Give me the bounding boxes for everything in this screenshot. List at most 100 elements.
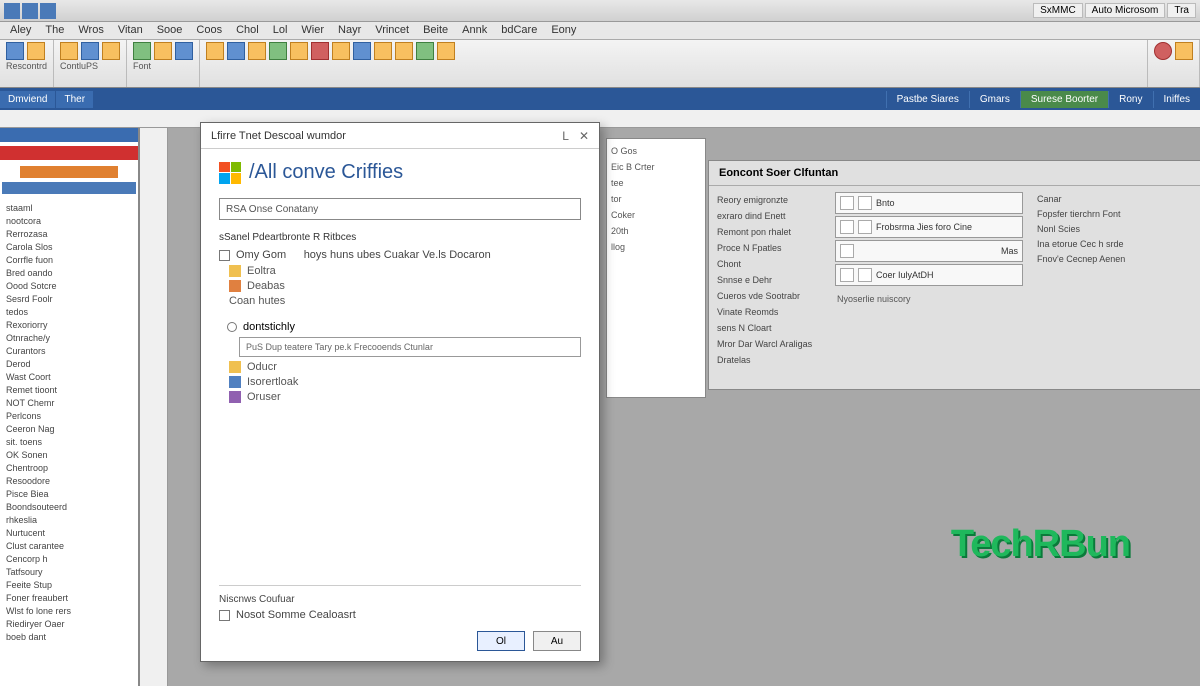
nav-item[interactable]: Feeite Stup (6, 579, 132, 592)
nav-item[interactable]: Pisce Biea (6, 488, 132, 501)
nav-item[interactable]: Oood Sotcre (6, 280, 132, 293)
ribbon-icon[interactable] (374, 42, 392, 60)
property-row[interactable]: Frobsrma Jies foro Cine (835, 216, 1023, 238)
list-item[interactable]: Isorertloak (247, 376, 298, 388)
nav-item[interactable]: NOT Chemr (6, 397, 132, 410)
path-display[interactable]: PuS Dup teatere Tary pe.k Frecooends Ctu… (239, 337, 581, 357)
ribbon-icon[interactable] (102, 42, 120, 60)
subbar-button[interactable]: Iniffes (1153, 91, 1200, 108)
subbar-button[interactable]: Pastbe Siares (886, 91, 969, 108)
menu-item[interactable]: Beite (423, 24, 448, 37)
checkbox[interactable] (219, 610, 230, 621)
nav-item[interactable]: Nurtucent (6, 527, 132, 540)
nav-item[interactable]: Rerrozasa (6, 228, 132, 241)
nav-item[interactable]: sit. toens (6, 436, 132, 449)
nav-item[interactable]: Bred oando (6, 267, 132, 280)
account-button[interactable]: Auto Microsom (1085, 3, 1166, 18)
nav-item[interactable]: Resoodore (6, 475, 132, 488)
ribbon-icon[interactable] (437, 42, 455, 60)
list-item[interactable]: Deabas (247, 280, 285, 292)
ribbon-icon[interactable] (6, 42, 24, 60)
qat-icon[interactable] (40, 3, 56, 19)
ok-button[interactable]: Ol (477, 631, 525, 651)
nav-item[interactable]: Rexoriorry (6, 319, 132, 332)
ribbon-icon[interactable] (227, 42, 245, 60)
menu-item[interactable]: Coos (196, 24, 222, 37)
nav-item[interactable]: Chentroop (6, 462, 132, 475)
nav-item[interactable]: Perlcons (6, 410, 132, 423)
record-icon[interactable] (1154, 42, 1172, 60)
ribbon-icon[interactable] (269, 42, 287, 60)
property-row[interactable]: Mas (835, 240, 1023, 262)
checkbox[interactable] (219, 250, 230, 261)
cancel-button[interactable]: Au (533, 631, 581, 651)
nav-item[interactable]: Tatfsoury (6, 566, 132, 579)
ribbon-icon[interactable] (311, 42, 329, 60)
menu-item[interactable]: Sooe (157, 24, 183, 37)
menu-item[interactable]: Aley (10, 24, 31, 37)
nav-item[interactable]: Riediryer Oaer (6, 618, 132, 631)
menu-item[interactable]: Lol (273, 24, 288, 37)
nav-item[interactable]: tedos (6, 306, 132, 319)
menu-item[interactable]: Nayr (338, 24, 361, 37)
menu-item[interactable]: Annk (462, 24, 487, 37)
qat-icon[interactable] (22, 3, 38, 19)
menu-item[interactable]: Wier (301, 24, 324, 37)
menu-item[interactable]: Wros (78, 24, 103, 37)
nav-item[interactable]: Foner freaubert (6, 592, 132, 605)
ribbon-icon[interactable] (332, 42, 350, 60)
nav-item[interactable]: Ceeron Nag (6, 423, 132, 436)
nav-bluestrip[interactable] (2, 182, 136, 194)
nav-item[interactable]: Wlst fo lone rers (6, 605, 132, 618)
search-box[interactable]: SxMMC (1033, 3, 1083, 18)
ribbon-icon[interactable] (133, 42, 151, 60)
subbar-button[interactable]: Rony (1108, 91, 1152, 108)
subbar-tab[interactable]: Dmviend (0, 91, 56, 108)
nav-item[interactable]: Sesrd Foolr (6, 293, 132, 306)
nav-item[interactable]: Otnrache/y (6, 332, 132, 345)
subbar-button[interactable]: Surese Boorter (1020, 91, 1108, 108)
nav-item[interactable]: Cencorp h (6, 553, 132, 566)
nav-item[interactable]: rhkeslia (6, 514, 132, 527)
nav-item[interactable]: Corrfle fuon (6, 254, 132, 267)
list-item[interactable]: Oducr (247, 361, 277, 373)
nav-item[interactable]: Clust carantee (6, 540, 132, 553)
menu-item[interactable]: Eony (551, 24, 576, 37)
ribbon-icon[interactable] (27, 42, 45, 60)
ribbon-icon[interactable] (353, 42, 371, 60)
list-item[interactable]: Oruser (247, 391, 281, 403)
nav-highlight[interactable] (20, 166, 118, 178)
property-row[interactable]: Bnto (835, 192, 1023, 214)
menu-item[interactable]: Vitan (118, 24, 143, 37)
nav-item[interactable]: Wast Coort (6, 371, 132, 384)
close-icon[interactable]: ✕ (579, 129, 589, 143)
ribbon-icon[interactable] (395, 42, 413, 60)
menu-item[interactable]: Vrincet (375, 24, 409, 37)
list-item[interactable]: Eoltra (247, 265, 276, 277)
qat-icon[interactable] (4, 3, 20, 19)
nav-item[interactable]: nootcora (6, 215, 132, 228)
menu-item[interactable]: The (45, 24, 64, 37)
ribbon-options[interactable]: Tra (1167, 3, 1196, 18)
path-input[interactable]: RSA Onse Conatany (219, 198, 581, 220)
ribbon-icon[interactable] (290, 42, 308, 60)
minimize-icon[interactable]: L (562, 129, 569, 143)
radio-button[interactable] (227, 322, 237, 332)
nav-item[interactable]: Curantors (6, 345, 132, 358)
ribbon-icon[interactable] (206, 42, 224, 60)
ribbon-icon[interactable] (175, 42, 193, 60)
nav-item[interactable]: Derod (6, 358, 132, 371)
nav-item[interactable]: Remet tioont (6, 384, 132, 397)
ribbon-icon[interactable] (154, 42, 172, 60)
property-row[interactable]: Coer IulyAtDH (835, 264, 1023, 286)
nav-item[interactable]: Carola Slos (6, 241, 132, 254)
list-item[interactable]: Coan hutes (229, 295, 285, 307)
ribbon-icon[interactable] (416, 42, 434, 60)
menu-item[interactable]: bdCare (501, 24, 537, 37)
nav-item[interactable]: boeb dant (6, 631, 132, 644)
ribbon-icon[interactable] (81, 42, 99, 60)
subbar-button[interactable]: Gmars (969, 91, 1020, 108)
nav-item[interactable]: Boondsouteerd (6, 501, 132, 514)
ribbon-icon[interactable] (248, 42, 266, 60)
ribbon-icon[interactable] (1175, 42, 1193, 60)
